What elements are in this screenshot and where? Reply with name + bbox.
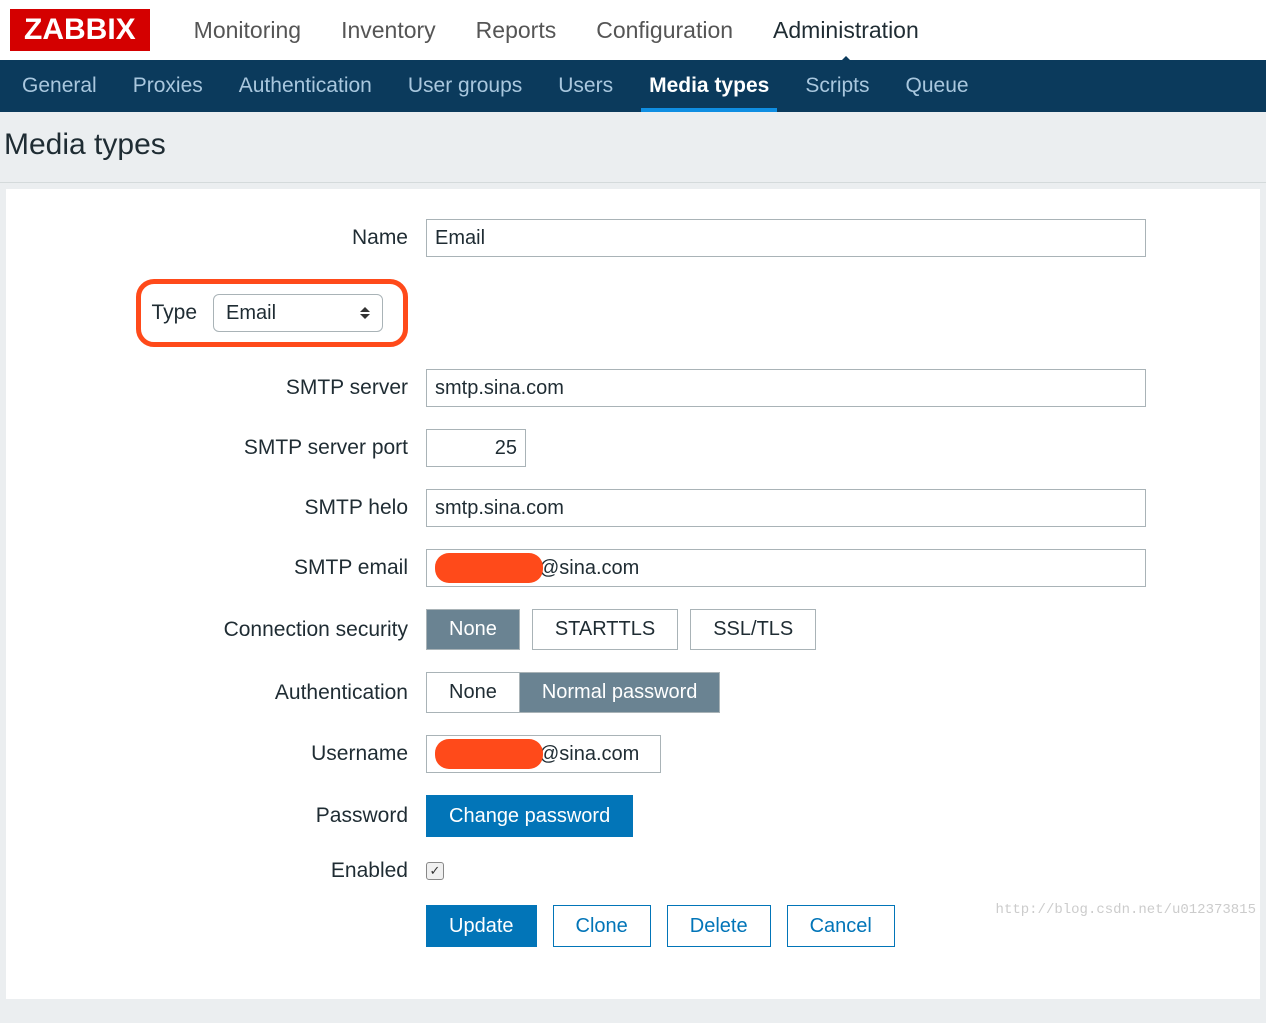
nav-reports[interactable]: Reports (456, 1, 577, 60)
input-smtp-server[interactable] (426, 369, 1146, 407)
content-panel: Name Type Email (6, 189, 1260, 999)
subnav-user-groups[interactable]: User groups (390, 60, 540, 112)
subnav-scripts[interactable]: Scripts (787, 60, 887, 112)
subnav-media-types[interactable]: Media types (631, 60, 787, 112)
label-enabled: Enabled (46, 859, 426, 883)
form: Name Type Email (46, 219, 1220, 947)
input-smtp-port[interactable] (426, 429, 526, 467)
change-password-button[interactable]: Change password (426, 795, 633, 837)
nav-configuration[interactable]: Configuration (576, 1, 753, 60)
sub-navigation: General Proxies Authentication User grou… (0, 60, 1266, 112)
conn-security-none[interactable]: None (426, 609, 520, 650)
subnav-authentication[interactable]: Authentication (221, 60, 390, 112)
watermark: http://blog.csdn.net/u012373815 (996, 902, 1256, 918)
select-type-value: Email (226, 302, 276, 325)
clone-button[interactable]: Clone (553, 905, 651, 947)
input-name[interactable] (426, 219, 1146, 257)
nav-administration[interactable]: Administration (753, 1, 939, 60)
label-name: Name (46, 226, 426, 250)
page-header: Media types (0, 112, 1266, 182)
redacted-email-prefix (435, 553, 543, 583)
logo[interactable]: ZABBIX (10, 9, 150, 51)
label-authentication: Authentication (46, 681, 426, 705)
conn-security-ssltls[interactable]: SSL/TLS (690, 609, 816, 650)
redacted-username-prefix (435, 739, 543, 769)
checkbox-enabled[interactable]: ✓ (426, 862, 444, 880)
conn-security-starttls[interactable]: STARTTLS (532, 609, 678, 650)
topbar: ZABBIX Monitoring Inventory Reports Conf… (0, 0, 1266, 60)
authentication-group: None Normal password (426, 672, 720, 713)
input-username[interactable]: @sina.com (426, 735, 661, 773)
label-smtp-email: SMTP email (46, 556, 426, 580)
cancel-button[interactable]: Cancel (787, 905, 895, 947)
username-suffix: @sina.com (539, 743, 639, 766)
subnav-general[interactable]: General (4, 60, 115, 112)
label-connection-security: Connection security (46, 618, 426, 642)
content-outer: Name Type Email (0, 182, 1266, 1023)
smtp-email-suffix: @sina.com (539, 557, 639, 580)
subnav-queue[interactable]: Queue (888, 60, 987, 112)
connection-security-group: None STARTTLS SSL/TLS (426, 609, 816, 650)
subnav-proxies[interactable]: Proxies (115, 60, 221, 112)
nav-monitoring[interactable]: Monitoring (174, 1, 321, 60)
input-smtp-email[interactable]: @sina.com (426, 549, 1146, 587)
input-smtp-helo[interactable] (426, 489, 1146, 527)
label-smtp-server: SMTP server (46, 376, 426, 400)
label-password: Password (46, 804, 426, 828)
subnav-users[interactable]: Users (540, 60, 631, 112)
nav-inventory[interactable]: Inventory (321, 1, 456, 60)
update-button[interactable]: Update (426, 905, 537, 947)
label-type: Type (151, 301, 197, 325)
top-navigation: Monitoring Inventory Reports Configurati… (174, 1, 939, 60)
label-smtp-helo: SMTP helo (46, 496, 426, 520)
label-username: Username (46, 742, 426, 766)
label-smtp-port: SMTP server port (46, 436, 426, 460)
select-type[interactable]: Email (213, 294, 383, 332)
type-highlight: Type Email (136, 279, 408, 347)
delete-button[interactable]: Delete (667, 905, 771, 947)
page-title: Media types (4, 128, 1256, 162)
auth-normal-password[interactable]: Normal password (520, 673, 720, 712)
auth-none[interactable]: None (427, 673, 520, 712)
chevron-updown-icon (360, 307, 370, 319)
